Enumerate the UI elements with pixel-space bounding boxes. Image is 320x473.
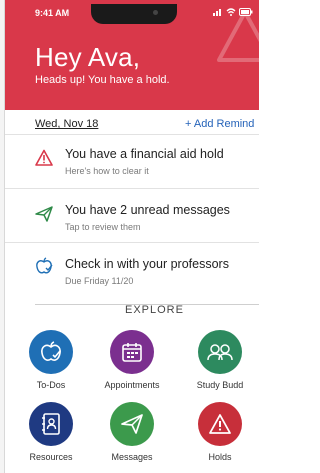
tile-label: Study Budd: [196, 380, 244, 390]
tile-label: To-Dos: [36, 380, 66, 390]
explore-tile-resources[interactable]: Resources: [11, 402, 91, 462]
card-subtitle: Tap to review them: [65, 222, 141, 232]
battery-icon: [239, 8, 253, 16]
appointments-tile-circle: [110, 330, 154, 374]
camera-dot: [153, 10, 158, 15]
explore-tile-study-buddies[interactable]: Study Budd: [181, 330, 259, 390]
paper-plane-icon: [35, 206, 53, 222]
to-dos-tile-circle: [29, 330, 73, 374]
explore-tile-appointments[interactable]: Appointments: [92, 330, 172, 390]
phone-screen: 9:41 AM Hey Ava, Heads up! You have a ho…: [4, 0, 259, 473]
apple-check-icon: [41, 341, 61, 361]
warning-icon: [209, 414, 231, 434]
check-in-professors-card[interactable]: Check in with your professors Due Friday…: [5, 243, 259, 296]
card-title: You have 2 unread messages: [65, 203, 230, 217]
add-reminder-button[interactable]: + Add Remind: [185, 118, 254, 130]
explore-heading: EXPLORE: [125, 304, 184, 316]
card-title: You have a financial aid hold: [65, 147, 224, 161]
current-date[interactable]: Wed, Nov 18: [35, 118, 98, 130]
paper-plane-icon: [121, 414, 143, 434]
messages-tile-circle: [110, 402, 154, 446]
explore-tile-to-dos[interactable]: To-Dos: [11, 330, 91, 390]
phone-notch: [91, 4, 177, 24]
wifi-icon: [226, 8, 236, 16]
card-subtitle: Here's how to clear it: [65, 166, 149, 176]
header: 9:41 AM Hey Ava, Heads up! You have a ho…: [5, 0, 259, 110]
study-buddies-tile-circle: [198, 330, 242, 374]
financial-aid-hold-card[interactable]: You have a financial aid hold Here's how…: [5, 135, 259, 189]
date-row: Wed, Nov 18 + Add Remind: [5, 112, 259, 135]
unread-messages-card[interactable]: You have 2 unread messages Tap to review…: [5, 189, 259, 243]
status-bar: 9:41 AM: [5, 4, 259, 24]
signal-icon: [213, 9, 221, 16]
warning-icon: [35, 149, 53, 166]
contacts-book-icon: [42, 413, 60, 435]
tile-label: Holds: [208, 452, 232, 462]
card-title: Check in with your professors: [65, 257, 229, 271]
tile-label: Appointments: [104, 380, 160, 390]
holds-tile-circle: [198, 402, 242, 446]
explore-tile-messages[interactable]: Messages: [92, 402, 172, 462]
greeting-title: Hey Ava,: [35, 42, 141, 72]
explore-tile-holds[interactable]: Holds: [181, 402, 259, 462]
status-icons: [213, 8, 253, 16]
people-icon: [207, 344, 233, 361]
apple-check-icon: [36, 257, 53, 274]
tile-label: Messages: [111, 452, 153, 462]
hold-alert-subtitle: Heads up! You have a hold.: [35, 74, 170, 86]
card-subtitle: Due Friday 11/20: [65, 276, 134, 286]
calendar-icon: [122, 343, 142, 362]
status-time: 9:41 AM: [35, 8, 70, 18]
resources-tile-circle: [29, 402, 73, 446]
tile-label: Resources: [29, 452, 73, 462]
